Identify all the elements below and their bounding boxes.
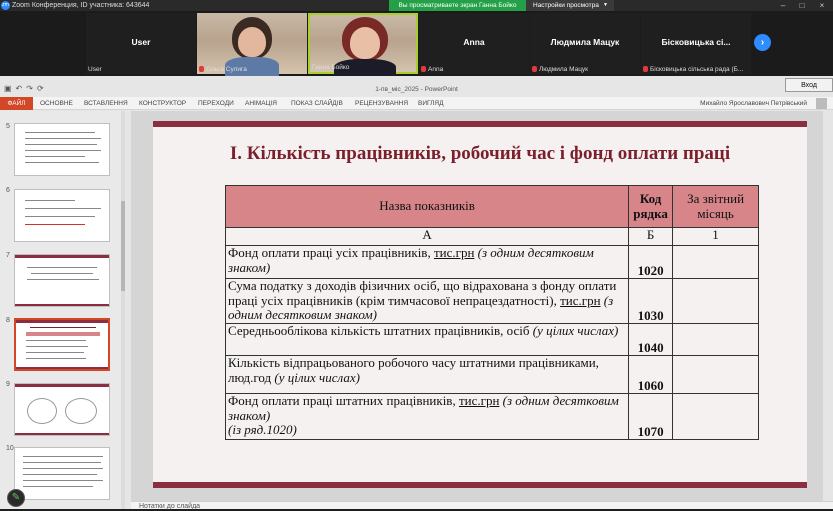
row-code[interactable]: 1020 — [628, 245, 674, 279]
participant-name: Людмила Мацук — [550, 37, 620, 47]
participant-video-tile[interactable]: Ольга Сулига — [197, 13, 307, 77]
minimize-icon[interactable]: – — [776, 0, 790, 11]
participant-name: User — [131, 37, 151, 47]
header-indicator-name[interactable]: Назва показників — [224, 185, 630, 228]
tooltip-label: Вход — [785, 78, 833, 92]
thumb-number: 7 — [6, 252, 10, 259]
participant-tile[interactable]: Людмила Мацук Людмила Мацук — [530, 13, 640, 74]
zoom-title-bar: zm Zoom Конференция, ID участника: 64364… — [0, 0, 833, 11]
thumbnails-scrollbar[interactable] — [121, 111, 125, 509]
slide-thumbnail[interactable] — [14, 383, 110, 436]
close-icon[interactable]: × — [815, 0, 829, 11]
tab-design[interactable]: КОНСТРУКТОР — [139, 97, 186, 110]
tab-view[interactable]: ВИГЛЯД — [418, 97, 444, 110]
slide-bottom-band — [153, 482, 807, 488]
slide-editing-area[interactable]: І. Кількість працівників, робочий час і … — [131, 111, 833, 509]
row-value-cell[interactable] — [672, 393, 759, 440]
tab-slideshow[interactable]: ПОКАЗ СЛАЙДІВ — [291, 97, 343, 110]
muted-mic-icon — [532, 66, 537, 72]
participant-label: Ольга Сулига — [199, 66, 305, 73]
table-row-description[interactable]: Кількість відпрацьованого робочого часу … — [224, 355, 630, 394]
participant-label: User — [88, 66, 102, 73]
participant-tile[interactable]: Бісковицька сі... Бісковицька сільська р… — [641, 13, 751, 74]
window-title: Zoom Конференция, ID участника: 643644 — [12, 2, 150, 9]
participant-label: Ганна Бойко — [312, 64, 350, 71]
chevron-down-icon: ▼ — [603, 2, 608, 8]
pen-annotation-icon[interactable]: ✎ — [7, 489, 25, 507]
slide-thumbnails-pane[interactable]: 5 6 7 8 9 10 — [0, 111, 124, 509]
row-value-cell[interactable] — [672, 323, 759, 356]
active-speaker-video-tile[interactable]: Ганна Бойко — [308, 13, 418, 79]
column-number-1[interactable]: 1 — [672, 227, 759, 246]
slide-thumbnail[interactable] — [14, 189, 110, 242]
row-code[interactable]: 1060 — [628, 355, 674, 394]
indicators-table[interactable]: Назва показників Код рядка За звітний мі… — [224, 185, 759, 440]
table-row-description[interactable]: Фонд оплати праці усіх працівників, тис.… — [224, 245, 630, 279]
next-participants-icon[interactable]: › — [754, 34, 771, 51]
participant-name: Anna — [463, 37, 485, 47]
slide-thumbnail[interactable] — [14, 254, 110, 307]
thumb-number: 8 — [6, 317, 10, 324]
column-letter-a[interactable]: А — [224, 227, 630, 246]
tab-home[interactable]: ОСНОВНЕ — [40, 97, 73, 110]
participant-label: Бісковицька сільська рада (Б... — [643, 66, 749, 73]
header-reporting-month[interactable]: За звітний місяць — [672, 185, 759, 228]
signed-in-user[interactable]: Михайло Ярославович Петрівський — [700, 97, 807, 110]
participant-label: Людмила Мацук — [532, 66, 638, 73]
thumb-number: 10 — [6, 445, 14, 452]
document-title: 1-пв_міс_2025 - PowerPoint — [375, 86, 458, 93]
tab-animations[interactable]: АНІМАЦІЯ — [245, 97, 277, 110]
row-code[interactable]: 1070 — [628, 393, 674, 440]
participant-label: Anna — [421, 66, 527, 73]
muted-mic-icon — [199, 66, 204, 72]
ribbon-tabs: ФАЙЛ ОСНОВНЕ ВСТАВЛЕННЯ КОНСТРУКТОР ПЕРЕ… — [0, 97, 833, 110]
column-letter-b[interactable]: Б — [628, 227, 674, 246]
tab-file[interactable]: ФАЙЛ — [0, 97, 33, 110]
thumb-number: 5 — [6, 123, 10, 130]
slide-thumbnail[interactable] — [14, 447, 110, 500]
participant-tile[interactable]: User User — [86, 13, 196, 74]
slide-thumbnail-active[interactable] — [14, 318, 110, 371]
powerpoint-window: ▣↶↷⟳ 1-пв_міс_2025 - PowerPoint ФАЙЛ ОСН… — [0, 76, 833, 510]
view-settings-button[interactable]: Настройки просмотра ▼ — [526, 0, 614, 11]
slide-top-band — [153, 121, 807, 127]
slide-title[interactable]: І. Кількість працівників, робочий час і … — [153, 143, 807, 165]
table-row-description[interactable]: Сума податку з доходів фізичних осіб, що… — [224, 278, 630, 324]
participant-face — [350, 27, 380, 59]
slide-thumbnail[interactable] — [14, 123, 110, 176]
row-code[interactable]: 1040 — [628, 323, 674, 356]
participant-name: Бісковицька сі... — [661, 37, 731, 47]
notes-pane[interactable]: Нотатки до слайда — [131, 501, 833, 510]
table-row-description[interactable]: Середньооблікова кількість штатних праці… — [224, 323, 630, 356]
view-settings-label: Настройки просмотра — [533, 2, 599, 9]
participants-strip: User User Ольга Сулига Ганна Бойко Anna … — [0, 11, 833, 79]
muted-mic-icon — [421, 66, 426, 72]
slide-scrollbar[interactable] — [823, 111, 833, 501]
table-row-description[interactable]: Фонд оплати праці штатних працівників, т… — [224, 393, 630, 440]
current-slide[interactable]: І. Кількість працівників, робочий час і … — [153, 121, 807, 488]
zoom-logo-icon: zm — [1, 1, 10, 10]
tab-insert[interactable]: ВСТАВЛЕННЯ — [84, 97, 128, 110]
avatar[interactable] — [816, 98, 827, 109]
tab-review[interactable]: РЕЦЕНЗУВАННЯ — [355, 97, 408, 110]
row-value-cell[interactable] — [672, 278, 759, 324]
row-value-cell[interactable] — [672, 355, 759, 394]
thumb-number: 6 — [6, 187, 10, 194]
row-value-cell[interactable] — [672, 245, 759, 279]
muted-mic-icon — [643, 66, 648, 72]
row-code[interactable]: 1030 — [628, 278, 674, 324]
tab-transitions[interactable]: ПЕРЕХОДИ — [198, 97, 234, 110]
participant-tile[interactable]: Anna Anna — [419, 13, 529, 74]
participant-face — [238, 27, 266, 57]
screen-share-banner: Вы просматриваете экран Ганна Бойко — [389, 0, 526, 11]
thumb-number: 9 — [6, 381, 10, 388]
maximize-icon[interactable]: □ — [795, 0, 809, 11]
header-row-code[interactable]: Код рядка — [628, 185, 674, 228]
